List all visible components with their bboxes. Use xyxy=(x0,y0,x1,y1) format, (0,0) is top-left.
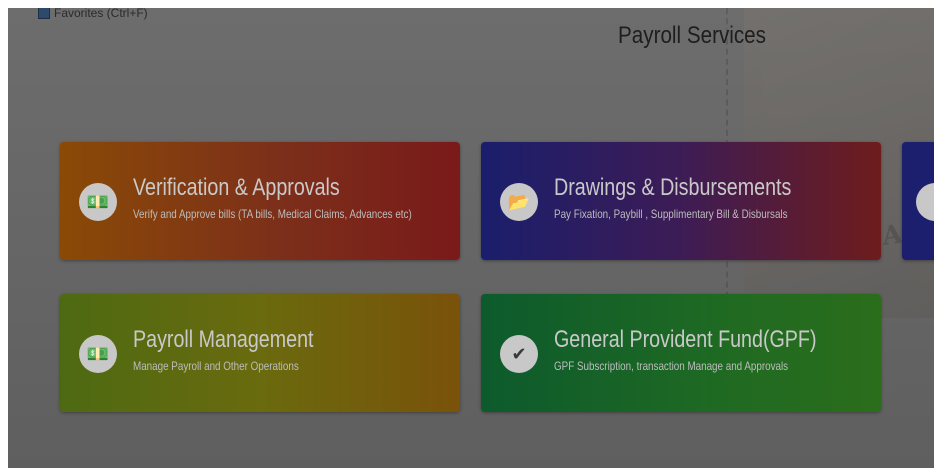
favorites-link[interactable]: Favorites (Ctrl+F) xyxy=(38,8,148,20)
card-payroll-management[interactable]: 💵 Payroll Management Manage Payroll and … xyxy=(60,294,460,412)
double-check-icon: ✔ xyxy=(500,335,538,373)
card-general-provident-fund[interactable]: ✔ General Provident Fund(GPF) GPF Subscr… xyxy=(481,294,881,412)
card-title: Verification & Approvals xyxy=(133,174,340,201)
favorites-label: Favorites (Ctrl+F) xyxy=(54,8,148,20)
money-growth-icon: 💵 xyxy=(79,183,117,221)
folder-open-icon: 📂 xyxy=(500,183,538,221)
card-subtitle: Pay Fixation, Paybill , Supplimentary Bi… xyxy=(554,207,788,221)
card-verification-approvals[interactable]: 💵 Verification & Approvals Verify and Ap… xyxy=(60,142,460,260)
money-growth-icon: 💵 xyxy=(79,335,117,373)
card-title: Drawings & Disbursements xyxy=(554,174,792,201)
card-icon-partial xyxy=(916,183,934,221)
money-growth-glyph: 💵 xyxy=(86,343,110,364)
card-subtitle: Verify and Approve bills (TA bills, Medi… xyxy=(133,207,412,221)
modal-overlay-backdrop[interactable]: INDIA Favorites (Ctrl+F) Payroll Service… xyxy=(8,8,934,468)
page-title: Payroll Services xyxy=(618,22,766,49)
card-subtitle: Manage Payroll and Other Operations xyxy=(133,359,299,373)
card-subtitle: GPF Subscription, transaction Manage and… xyxy=(554,359,789,373)
double-check-glyph: ✔ xyxy=(511,343,527,364)
folder-open-glyph: 📂 xyxy=(507,191,531,212)
money-growth-glyph: 💵 xyxy=(86,191,110,212)
favorites-icon xyxy=(38,8,50,19)
card-title: Payroll Management xyxy=(133,326,314,353)
card-title: General Provident Fund(GPF) xyxy=(554,326,817,353)
card-drawings-disbursements[interactable]: 📂 Drawings & Disbursements Pay Fixation,… xyxy=(481,142,881,260)
card-partial-offscreen[interactable] xyxy=(902,142,934,260)
